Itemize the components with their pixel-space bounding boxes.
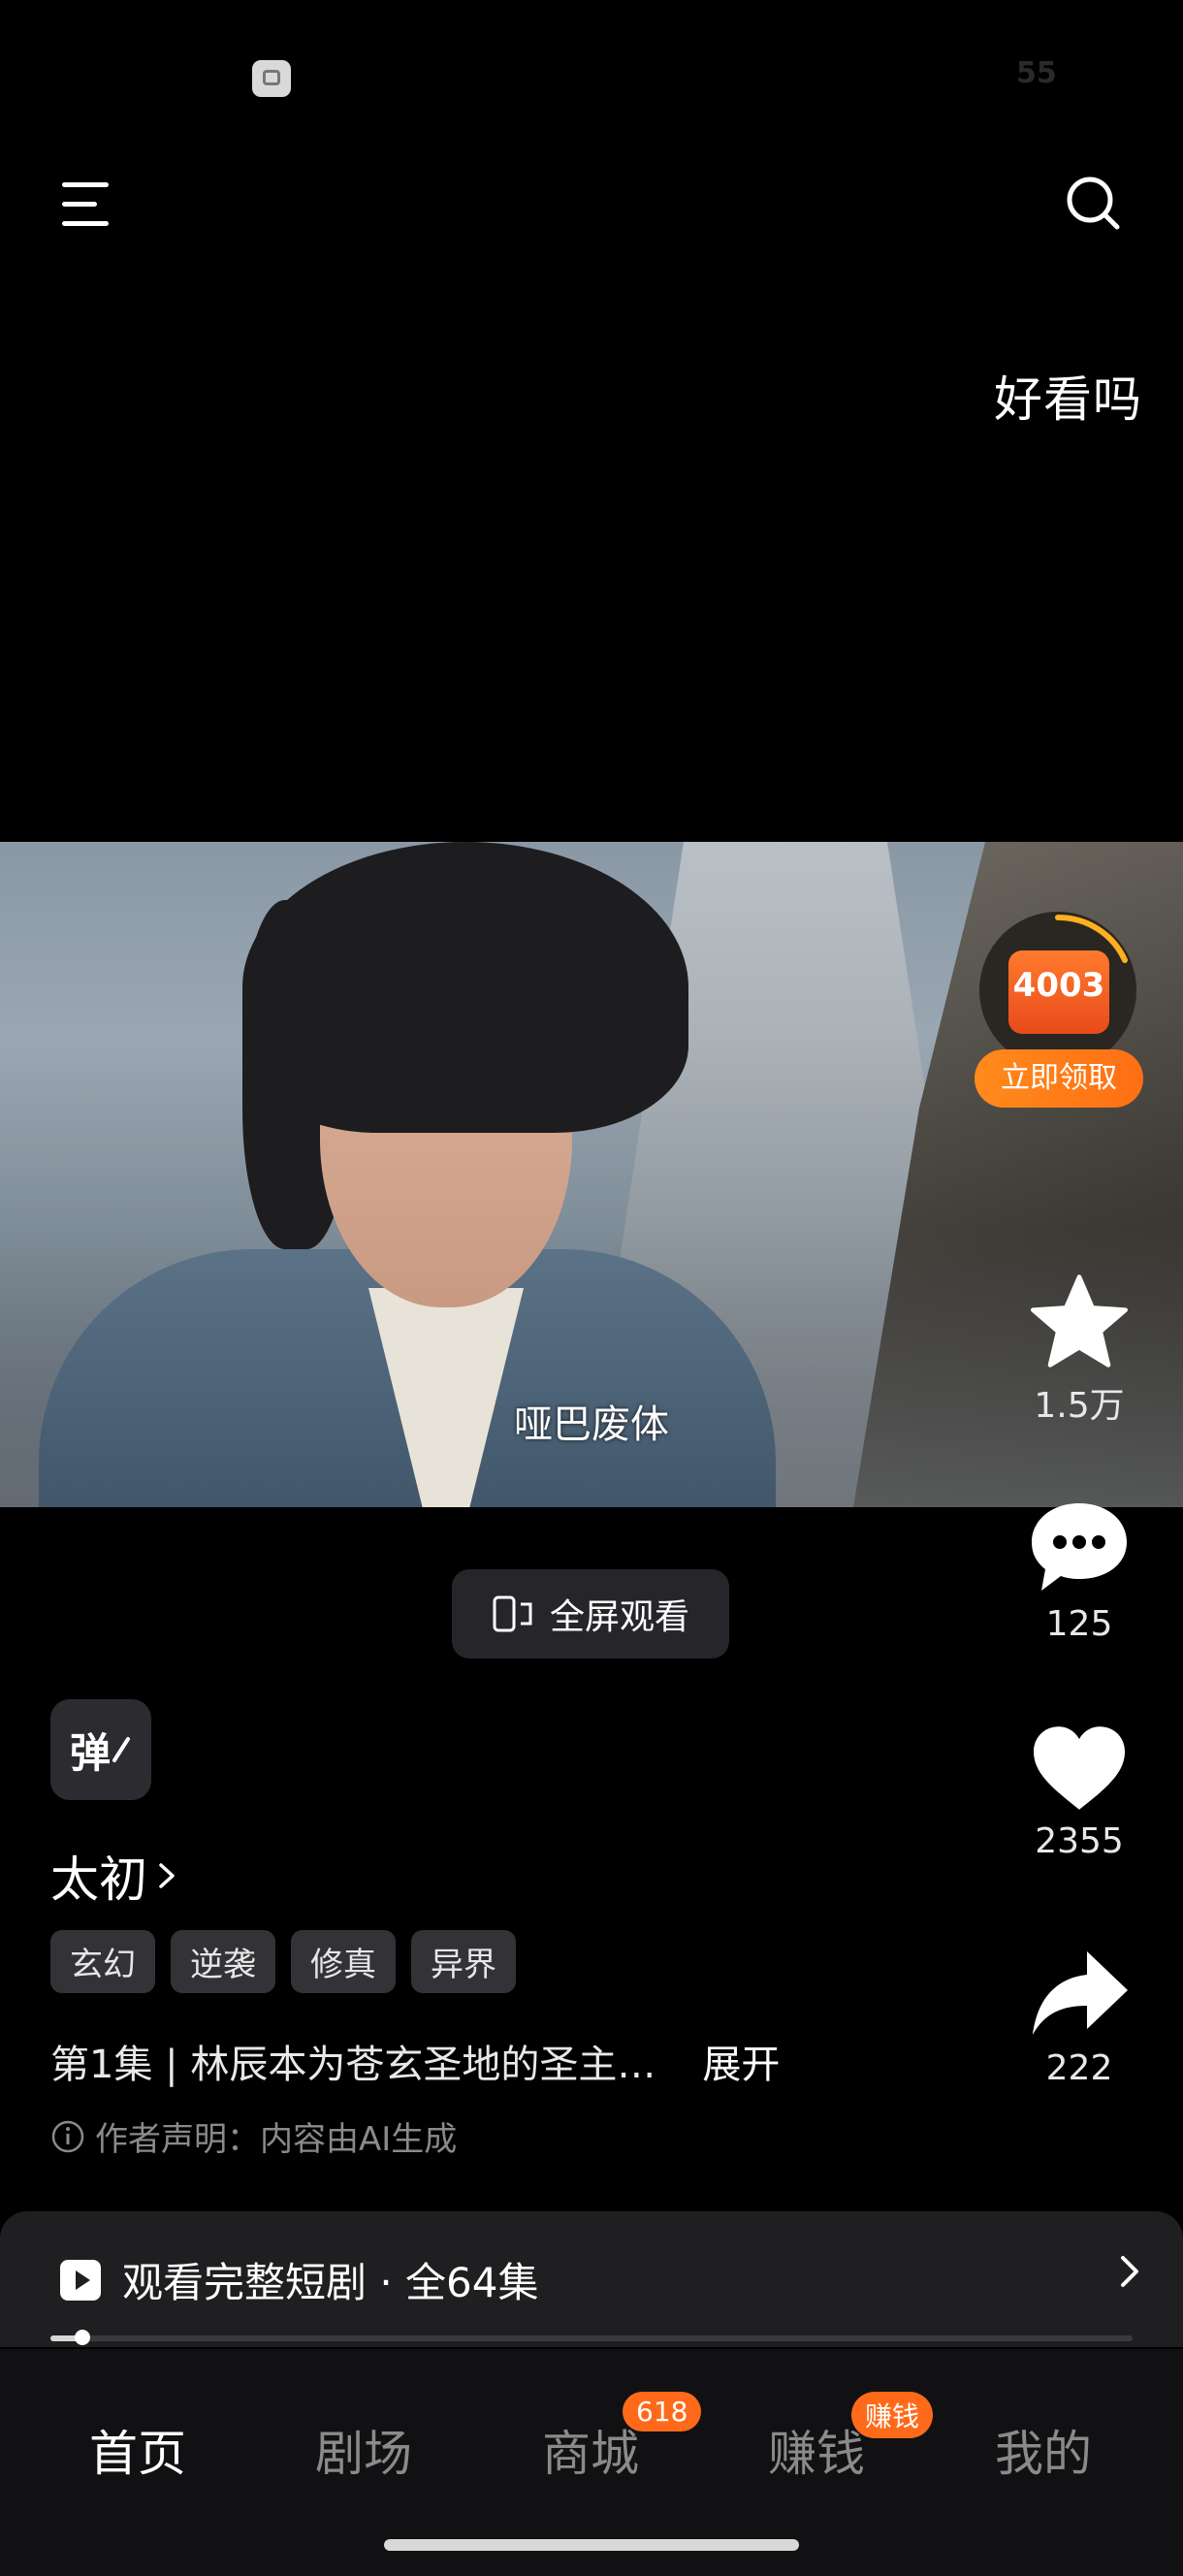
comment-count: 125: [1045, 1604, 1113, 1644]
nav-item-theater[interactable]: 剧场: [315, 2415, 412, 2485]
fullscreen-button[interactable]: 全屏观看: [452, 1569, 729, 1658]
home-indicator[interactable]: [384, 2539, 799, 2551]
favorite-action[interactable]: 1.5万: [1008, 1272, 1150, 1428]
nav-item-mall[interactable]: 商城: [542, 2415, 639, 2485]
playback-progress-track[interactable]: [50, 2335, 1133, 2341]
drama-title-link[interactable]: 太初: [50, 1841, 180, 1911]
play-icon: [60, 2259, 101, 2301]
full-series-label: 观看完整短剧 · 全64集: [122, 2259, 539, 2306]
fullscreen-label: 全屏观看: [549, 1597, 689, 1637]
tag-item[interactable]: 玄幻: [50, 1930, 155, 1993]
mall-badge: 618: [623, 2392, 702, 2431]
share-arrow-icon: [1033, 1951, 1128, 2035]
tag-item[interactable]: 逆袭: [171, 1930, 275, 1993]
comment-action[interactable]: 125: [1008, 1499, 1150, 1644]
search-icon[interactable]: [1065, 175, 1121, 231]
star-icon: [1031, 1274, 1128, 1368]
nav-item-me[interactable]: 我的: [995, 2415, 1092, 2485]
episode-description-text: 第1集 | 林辰本为苍玄圣地的圣主…: [50, 2043, 656, 2087]
claim-reward-button[interactable]: 立即领取: [975, 1049, 1143, 1108]
episode-description: 第1集 | 林辰本为苍玄圣地的圣主… 展开: [50, 2033, 780, 2089]
heart-icon: [1034, 1726, 1125, 1810]
reward-widget[interactable]: 4003: [979, 912, 1136, 1069]
danmu-label: 弹: [69, 1728, 111, 1777]
chevron-right-icon: [1121, 2256, 1138, 2287]
comment-icon: [1032, 1503, 1127, 1591]
reward-count: 4003: [1012, 966, 1105, 1005]
like-count: 2355: [1035, 1821, 1124, 1861]
favorite-count: 1.5万: [1034, 1386, 1125, 1426]
nav-item-earn[interactable]: 赚钱: [768, 2415, 865, 2485]
corner-text: 好看吗: [994, 371, 1142, 428]
share-count: 222: [1045, 2048, 1113, 2088]
video-subtitle: 哑巴废体: [514, 1402, 669, 1447]
expand-button[interactable]: 展开: [702, 2033, 780, 2089]
drama-title: 太初: [50, 1852, 147, 1908]
notification-app-icon: [252, 60, 291, 97]
ai-notice: 作者声明：内容由AI生成: [50, 2112, 457, 2160]
ai-notice-text: 作者声明：内容由AI生成: [95, 2120, 458, 2159]
full-series-bar[interactable]: 观看完整短剧 · 全64集: [0, 2211, 1183, 2347]
nav-item-home[interactable]: 首页: [89, 2415, 186, 2485]
earn-badge: 赚钱: [851, 2392, 934, 2438]
share-action[interactable]: 222: [1008, 1948, 1150, 2088]
tag-list: 玄幻 逆袭 修真 异界: [50, 1930, 516, 1993]
chevron-right-icon: [159, 1863, 175, 1888]
like-action[interactable]: 2355: [1008, 1723, 1150, 1861]
rotate-screen-icon: [493, 1595, 532, 1632]
tag-item[interactable]: 修真: [291, 1930, 396, 1993]
tag-item[interactable]: 异界: [411, 1930, 516, 1993]
video-character-hair-top: [242, 842, 688, 1133]
status-indicator: 55: [1016, 56, 1057, 90]
info-icon: [51, 2120, 84, 2152]
danmu-slash-icon: [112, 1737, 130, 1762]
menu-icon[interactable]: [62, 182, 112, 227]
danmu-toggle-button[interactable]: 弹: [50, 1699, 151, 1800]
playback-progress-handle[interactable]: [75, 2330, 90, 2345]
